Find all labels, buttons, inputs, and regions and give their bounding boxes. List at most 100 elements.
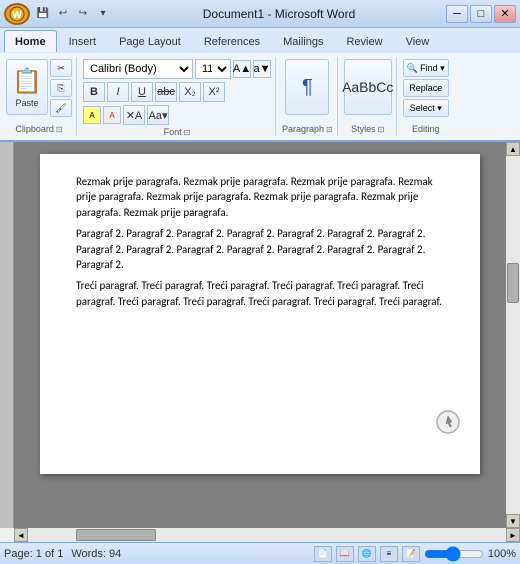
horizontal-scrollbar[interactable]: ◄ ► (14, 528, 520, 542)
superscript-button[interactable]: X² (203, 82, 225, 102)
status-bar: Page: 1 of 1 Words: 94 📄 📖 🌐 ≡ 📝 100% (0, 542, 520, 564)
svg-text:W: W (12, 10, 22, 21)
tab-mailings[interactable]: Mailings (272, 30, 334, 52)
clipboard-group: 📋 Paste ✂ ⎘ 🖌 Clipboard ⊡ (2, 57, 77, 136)
font-group-inner: Calibri (Body) 11 A▲ a▼ B I U abc X₂ (83, 59, 271, 125)
paragraph-button[interactable]: ¶ (285, 59, 329, 115)
hscroll-thumb[interactable] (76, 529, 156, 541)
font-family-select[interactable]: Calibri (Body) (83, 59, 193, 79)
paragraph-1: Rezmak prije paragrafa. Rezmak prije par… (76, 174, 444, 220)
styles-button[interactable]: AaBbCc (344, 59, 392, 115)
clipboard-group-content: 📋 Paste ✂ ⎘ 🖌 (6, 59, 72, 122)
styles-label: Styles ⊡ (351, 122, 384, 134)
tab-insert[interactable]: Insert (58, 30, 108, 52)
format-painter-button[interactable]: 🖌 (50, 99, 72, 117)
scroll-down-button[interactable]: ▼ (506, 514, 520, 528)
clipboard-label: Clipboard ⊡ (15, 122, 62, 134)
clear-format-button[interactable]: ✕A (123, 105, 145, 125)
redo-quick-btn[interactable]: ↪ (74, 5, 92, 23)
clipboard-expand-icon[interactable]: ⊡ (56, 125, 63, 134)
font-row2: B I U abc X₂ X² (83, 82, 271, 102)
font-color-button[interactable]: A (103, 106, 121, 124)
zoom-level: 100% (488, 548, 516, 560)
font-group: Calibri (Body) 11 A▲ a▼ B I U abc X₂ (79, 57, 276, 136)
hscroll-track[interactable] (28, 528, 506, 542)
ruler-sidebar (0, 142, 14, 528)
paragraph-3: Treći paragraf. Treći paragraf. Treći pa… (76, 278, 444, 309)
change-case-button[interactable]: Aa▾ (147, 105, 169, 125)
font-row3: A A ✕A Aa▾ (83, 105, 271, 125)
copy-button[interactable]: ⎘ (50, 79, 72, 97)
paragraph-group-content: ¶ (285, 59, 329, 122)
window-title: Document1 - Microsoft Word (112, 7, 446, 21)
office-button[interactable]: W (4, 3, 30, 25)
bold-button[interactable]: B (83, 82, 105, 102)
save-quick-btn[interactable]: 💾 (34, 5, 52, 23)
tab-view[interactable]: View (395, 30, 441, 52)
minimize-button[interactable]: ─ (446, 5, 468, 23)
clipboard-small-btns: ✂ ⎘ 🖌 (50, 59, 72, 117)
font-group-content: Calibri (Body) 11 A▲ a▼ B I U abc X₂ (83, 59, 271, 125)
document-page[interactable]: Rezmak prije paragrafa. Rezmak prije par… (40, 154, 480, 474)
scroll-left-button[interactable]: ◄ (14, 528, 28, 542)
subscript-button[interactable]: X₂ (179, 82, 201, 102)
tab-review[interactable]: Review (335, 30, 393, 52)
font-row1: Calibri (Body) 11 A▲ a▼ (83, 59, 271, 79)
editing-buttons: 🔍 Find ▾ Replace Select ▾ (403, 59, 449, 117)
document-area: Rezmak prije paragrafa. Rezmak prije par… (0, 142, 520, 528)
paragraph-label: Paragraph ⊡ (282, 122, 333, 134)
paragraph-2: Paragraf 2. Paragraf 2. Paragraf 2. Para… (76, 226, 444, 272)
find-icon: 🔍 (407, 63, 418, 74)
styles-group: AaBbCc Styles ⊡ (340, 57, 397, 136)
font-size-select[interactable]: 11 (195, 59, 231, 79)
shrink-font-button[interactable]: a▼ (253, 60, 271, 78)
styles-expand-icon[interactable]: ⊡ (378, 125, 385, 134)
styles-group-content: AaBbCc (344, 59, 392, 122)
paste-button[interactable]: 📋 Paste (6, 59, 48, 115)
quick-access-toolbar: 💾 ↩ ↪ ▾ (34, 5, 112, 23)
paragraph-group: ¶ Paragraph ⊡ (278, 57, 338, 136)
document-main[interactable]: Rezmak prije paragrafa. Rezmak prije par… (14, 142, 506, 528)
paragraph-icon: ¶ (302, 76, 313, 99)
page-info: Page: 1 of 1 (4, 548, 63, 560)
tab-page-layout[interactable]: Page Layout (108, 30, 192, 52)
italic-button[interactable]: I (107, 82, 129, 102)
scroll-right-button[interactable]: ► (506, 528, 520, 542)
ribbon: Home Insert Page Layout References Maili… (0, 28, 520, 142)
find-button[interactable]: 🔍 Find ▾ (403, 59, 449, 77)
tab-home[interactable]: Home (4, 30, 57, 52)
close-button[interactable]: ✕ (494, 5, 516, 23)
font-expand-icon[interactable]: ⊡ (184, 128, 191, 137)
undo-quick-btn[interactable]: ↩ (54, 5, 72, 23)
title-bar: W 💾 ↩ ↪ ▾ Document1 - Microsoft Word ─ □… (0, 0, 520, 28)
highlight-color-button[interactable]: A (83, 106, 101, 124)
title-bar-left: W 💾 ↩ ↪ ▾ (4, 3, 112, 25)
underline-button[interactable]: U (131, 82, 153, 102)
status-left: Page: 1 of 1 Words: 94 (4, 548, 121, 560)
customize-quick-btn[interactable]: ▾ (94, 5, 112, 23)
paste-label: Paste (15, 98, 38, 108)
zoom-slider[interactable] (424, 549, 484, 559)
editing-group-content: 🔍 Find ▾ Replace Select ▾ (403, 59, 449, 122)
cut-button[interactable]: ✂ (50, 59, 72, 77)
editing-label: Editing (412, 122, 440, 134)
window-controls: ─ □ ✕ (446, 5, 516, 23)
paste-icon: 📋 (12, 67, 42, 96)
ribbon-tabs: Home Insert Page Layout References Maili… (0, 28, 520, 52)
scroll-thumb[interactable] (507, 263, 519, 303)
maximize-button[interactable]: □ (470, 5, 492, 23)
cursor-icon (436, 410, 460, 434)
styles-icon: AaBbCc (342, 79, 393, 95)
scroll-up-button[interactable]: ▲ (506, 142, 520, 156)
strikethrough-button[interactable]: abc (155, 82, 177, 102)
paragraph-expand-icon[interactable]: ⊡ (326, 125, 333, 134)
font-label: Font ⊡ (164, 125, 191, 137)
editing-group: 🔍 Find ▾ Replace Select ▾ Editing (399, 57, 453, 136)
vertical-scrollbar[interactable]: ▲ ▼ (506, 142, 520, 528)
grow-font-button[interactable]: A▲ (233, 60, 251, 78)
word-count: Words: 94 (71, 548, 121, 560)
tab-references[interactable]: References (193, 30, 271, 52)
scroll-track[interactable] (506, 156, 520, 514)
select-button[interactable]: Select ▾ (403, 99, 449, 117)
replace-button[interactable]: Replace (403, 79, 449, 97)
